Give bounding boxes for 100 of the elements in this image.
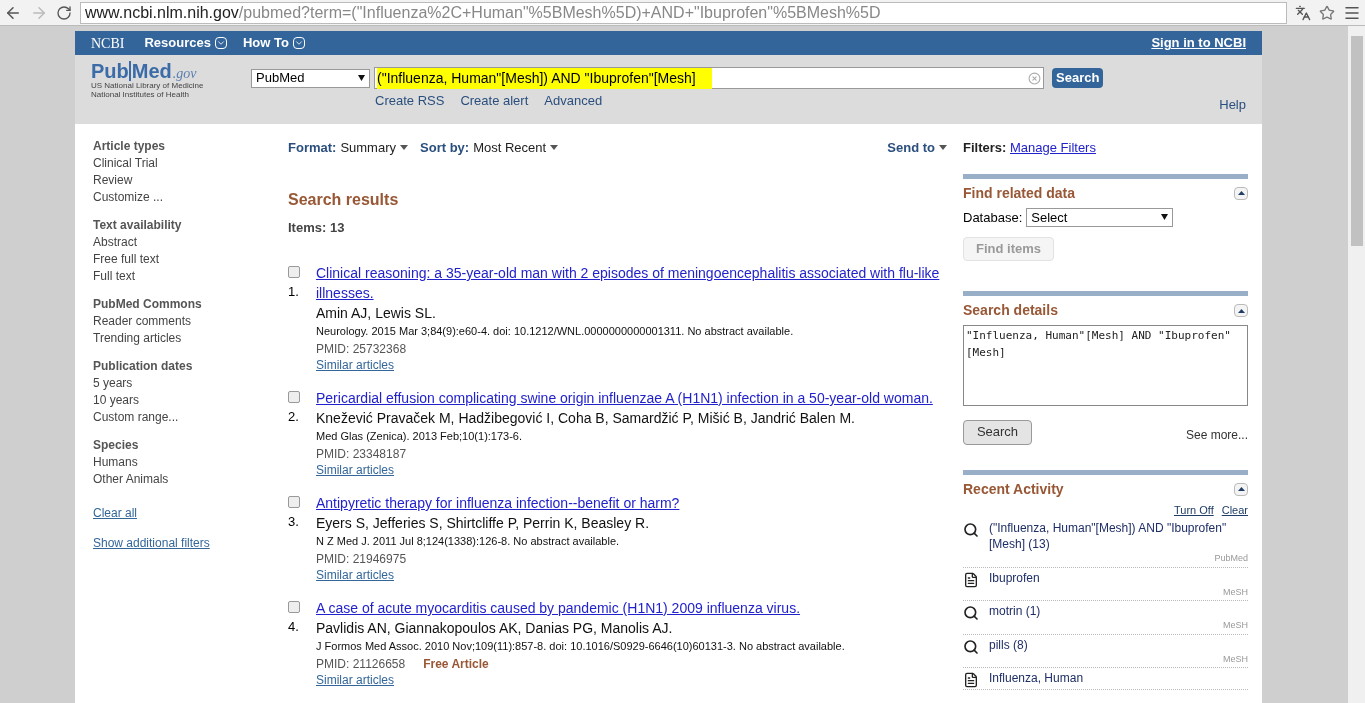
search-option-link[interactable]: Advanced	[544, 91, 603, 111]
result-authors: Eyers S, Jefferies S, Shirtcliffe P, Perrin K, Beasley R.	[316, 514, 651, 533]
search-option-link[interactable]: Create alert	[460, 91, 529, 111]
result-pmid: PMID: 21946975	[316, 551, 407, 568]
result-number: 1.	[288, 283, 299, 301]
filter-link[interactable]: Reader comments	[93, 313, 288, 330]
caret-up-icon	[1237, 308, 1245, 313]
filter-heading: Text availability	[93, 217, 183, 234]
activity-source: MeSH	[1223, 619, 1248, 632]
result-checkbox[interactable]	[288, 601, 300, 613]
similar-articles-link[interactable]: Similar articles	[316, 463, 394, 477]
database-select[interactable]: PubMed	[251, 68, 370, 88]
reload-icon[interactable]	[56, 4, 72, 21]
filter-action-link[interactable]: Clear all	[93, 504, 137, 522]
result-title-link[interactable]: A case of acute myocarditis caused by pandemic (H1N1) 2009 influenza virus.	[316, 598, 953, 618]
result-title-link[interactable]: Clinical reasoning: a 35-year-old man with 2 episodes of meningoencephalitis associated with flu-like illnesses.	[316, 263, 953, 303]
result-checkbox[interactable]	[288, 496, 300, 508]
sign-in-link[interactable]: Sign in to NCBI	[1151, 33, 1246, 53]
result-authors: Amin AJ, Lewis SL.	[316, 304, 437, 323]
caret-icon	[400, 145, 408, 151]
filter-link[interactable]: 5 years	[93, 375, 288, 392]
result-title-link[interactable]: Antipyretic therapy for influenza infection--benefit or harm?	[316, 493, 953, 513]
send-to-dropdown[interactable]: Send to	[887, 138, 947, 158]
panel-heading: Search details	[963, 301, 1058, 320]
result-authors: Pavlidis AN, Giannakopoulos AK, Danias PG, Manolis AJ.	[316, 619, 674, 638]
result-checkbox[interactable]	[288, 266, 300, 278]
activity-link[interactable]: pills (8)	[989, 636, 1248, 653]
result-pmid: PMID: 25732368	[316, 341, 407, 358]
free-article-label: Free Article	[423, 656, 489, 673]
similar-articles-link[interactable]: Similar articles	[316, 673, 394, 687]
result-checkbox[interactable]	[288, 391, 300, 403]
collapse-button[interactable]	[1234, 482, 1248, 496]
filter-link[interactable]: 10 years	[93, 392, 288, 409]
document-icon	[963, 571, 979, 588]
result-pmid: PMID: 21126658	[316, 656, 406, 673]
nav-menu[interactable]: How To	[242, 33, 305, 53]
activity-link[interactable]: ("Influenza, Human"[Mesh]) AND "Ibuprofen"[Mesh] (13)	[989, 520, 1248, 552]
filter-link[interactable]: Abstract	[93, 234, 288, 251]
filter-link[interactable]: Full text	[93, 268, 288, 285]
database-select[interactable]: Select	[1026, 207, 1174, 227]
search-option-link[interactable]: Create RSS	[375, 91, 445, 111]
activity-link[interactable]: motrin (1)	[989, 603, 1248, 619]
filter-heading: Article types	[93, 138, 167, 155]
filter-heading: Species	[93, 437, 140, 454]
filter-action-link[interactable]: Show additional filters	[93, 534, 210, 552]
filter-link[interactable]: Trending articles	[93, 330, 288, 347]
search-button[interactable]: Search	[1052, 68, 1104, 88]
format-dropdown[interactable]: Format: Summary	[288, 138, 408, 158]
filters-label: Filters:	[963, 140, 1007, 155]
document-icon	[963, 672, 979, 688]
chevron-down-icon	[214, 37, 227, 49]
activity-link[interactable]: Influenza, Human	[989, 670, 1248, 686]
scrollbar[interactable]	[1348, 26, 1365, 703]
filter-link[interactable]: Free full text	[93, 251, 288, 268]
result-title-link[interactable]: Pericardial effusion complicating swine origin influenzae A (H1N1) infection in a 50-year-old woman.	[316, 388, 953, 408]
see-more-link[interactable]: See more...	[1185, 426, 1248, 444]
activity-link[interactable]: Ibuprofen	[989, 569, 1248, 586]
filter-heading: PubMed Commons	[93, 296, 203, 313]
filter-heading: Publication dates	[93, 358, 194, 375]
nav-menu[interactable]: Resources	[144, 33, 227, 53]
results-count: Items: 13	[288, 218, 346, 237]
translate-icon[interactable]	[1295, 4, 1311, 21]
ncbi-logo[interactable]: NCBI	[91, 32, 125, 54]
filter-link[interactable]: Customize ...	[93, 189, 288, 206]
result-citation: Med Glas (Zenica). 2013 Feb;10(1):173-6.	[316, 429, 524, 444]
caret-down-icon	[358, 75, 365, 81]
address-bar[interactable]: www.ncbi.nlm.nih.gov/pubmed?term=("Influenza%2C+Human"%5BMesh%5D)+AND+"Ibuprofen"%5BMesh%5D	[80, 1, 1287, 24]
result-number: 3.	[288, 513, 299, 531]
search-button[interactable]: Search	[963, 419, 1032, 445]
result-authors: Knežević Pravaček M, Hadžibegović I, Coha B, Samardžić P, Mišić B, Jandrić Balen M.	[316, 409, 856, 428]
filter-link[interactable]: Review	[93, 172, 288, 189]
search-field[interactable]: ("Influenza, Human"[Mesh]) AND "Ibuprofen"[Mesh]	[374, 67, 1044, 89]
result-citation: N Z Med J. 2011 Jul 8;124(1338):126-8. No abstract available.	[316, 534, 621, 549]
activity-source: MeSH	[1223, 585, 1248, 599]
pubmed-logo[interactable]: Pub Med.gov US National Library of Medicine National Institutes of Health	[91, 61, 251, 124]
filter-link[interactable]: Custom range...	[93, 409, 288, 426]
search-icon	[963, 605, 979, 621]
activity-action-link[interactable]: Clear	[1221, 501, 1248, 518]
activity-action-link[interactable]: Turn Off	[1173, 501, 1214, 518]
panel-heading: Find related data	[963, 183, 1076, 203]
bookmark-star-icon[interactable]	[1319, 4, 1335, 21]
help-link[interactable]: Help	[1219, 94, 1246, 114]
clear-icon[interactable]	[1028, 71, 1041, 85]
sort-dropdown[interactable]: Sort by: Most Recent	[420, 138, 559, 158]
caret-icon	[550, 145, 559, 151]
search-details-field[interactable]: "Influenza, Human"[Mesh] AND "Ibuprofen"[Mesh]	[963, 325, 1248, 406]
activity-source: PubMed	[1214, 552, 1248, 565]
similar-articles-link[interactable]: Similar articles	[316, 358, 394, 372]
collapse-button[interactable]	[1234, 304, 1248, 317]
caret-icon	[939, 145, 947, 151]
similar-articles-link[interactable]: Similar articles	[316, 568, 394, 582]
filter-link[interactable]: Other Animals	[93, 471, 288, 488]
search-icon	[963, 638, 979, 655]
caret-down-icon	[1161, 214, 1169, 221]
collapse-button[interactable]	[1234, 186, 1248, 200]
search-icon	[963, 522, 979, 538]
caret-up-icon	[1237, 487, 1245, 491]
manage-filters-link[interactable]: Manage Filters	[1009, 140, 1096, 155]
filter-link[interactable]: Clinical Trial	[93, 155, 288, 172]
filter-link[interactable]: Humans	[93, 454, 288, 471]
